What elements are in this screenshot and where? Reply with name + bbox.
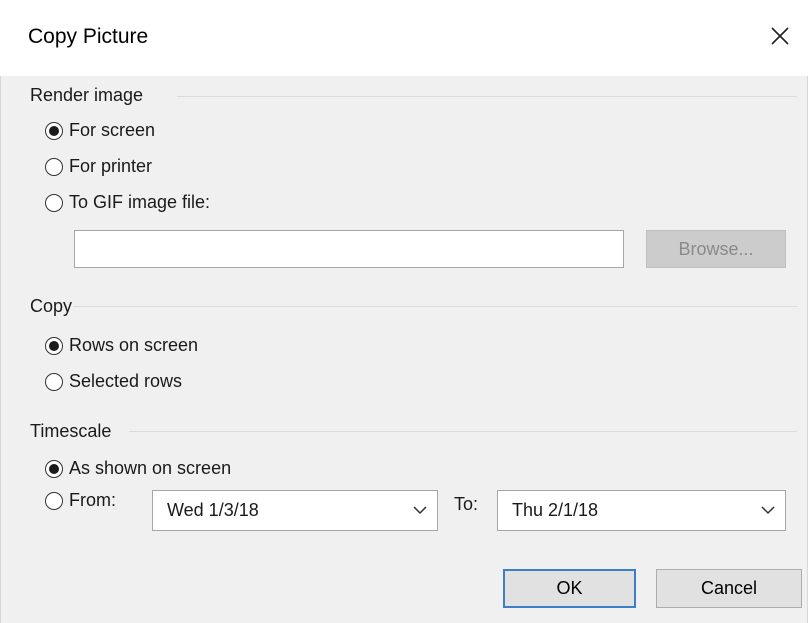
- dialog-title: Copy Picture: [28, 25, 149, 48]
- dialog-titlebar: Copy Picture: [0, 0, 808, 76]
- radio-label: For screen: [69, 120, 156, 140]
- to-date-value: Thu 2/1/18: [512, 500, 599, 520]
- close-icon: [771, 27, 789, 45]
- ok-button[interactable]: OK: [503, 569, 636, 608]
- radio-selected-dot: [49, 463, 59, 474]
- radio-as-shown-on-screen[interactable]: As shown on screen: [45, 458, 231, 479]
- to-date-dropdown[interactable]: Thu 2/1/18: [497, 490, 786, 531]
- group-label-copy: Copy: [30, 296, 73, 316]
- dialog-body: Render image For screen For printer To G…: [0, 76, 808, 623]
- radio-circle: [45, 372, 63, 391]
- radio-label: Selected rows: [69, 371, 183, 391]
- group-divider: [129, 431, 797, 432]
- radio-selected-dot: [49, 125, 59, 136]
- radio-from[interactable]: From:: [45, 490, 116, 511]
- gif-file-path-input[interactable]: [74, 230, 624, 268]
- radio-label: From:: [69, 490, 116, 510]
- radio-circle: [45, 193, 63, 212]
- radio-selected-rows[interactable]: Selected rows: [45, 371, 182, 392]
- from-date-value: Wed 1/3/18: [167, 500, 259, 520]
- group-label-render-image: Render image: [30, 85, 144, 105]
- cancel-button[interactable]: Cancel: [656, 569, 802, 608]
- radio-for-printer[interactable]: For printer: [45, 156, 152, 177]
- radio-to-gif[interactable]: To GIF image file:: [45, 192, 210, 213]
- radio-label: For printer: [69, 156, 153, 176]
- radio-circle: [45, 491, 63, 510]
- group-divider: [73, 306, 797, 307]
- radio-for-screen[interactable]: For screen: [45, 120, 155, 141]
- radio-label: To GIF image file:: [69, 192, 211, 212]
- group-divider: [177, 96, 797, 97]
- radio-selected-dot: [49, 340, 59, 351]
- radio-circle: [45, 336, 63, 355]
- chevron-down-icon: [751, 506, 785, 515]
- chevron-down-icon: [403, 506, 437, 515]
- radio-circle: [45, 157, 63, 176]
- group-label-timescale: Timescale: [30, 421, 112, 441]
- to-label: To:: [454, 494, 479, 514]
- radio-label: Rows on screen: [69, 335, 199, 355]
- radio-circle: [45, 459, 63, 478]
- radio-rows-on-screen[interactable]: Rows on screen: [45, 335, 198, 356]
- close-button[interactable]: [760, 16, 800, 56]
- radio-circle: [45, 121, 63, 140]
- from-date-dropdown[interactable]: Wed 1/3/18: [152, 490, 438, 531]
- browse-button[interactable]: Browse...: [646, 230, 786, 268]
- radio-label: As shown on screen: [69, 458, 232, 478]
